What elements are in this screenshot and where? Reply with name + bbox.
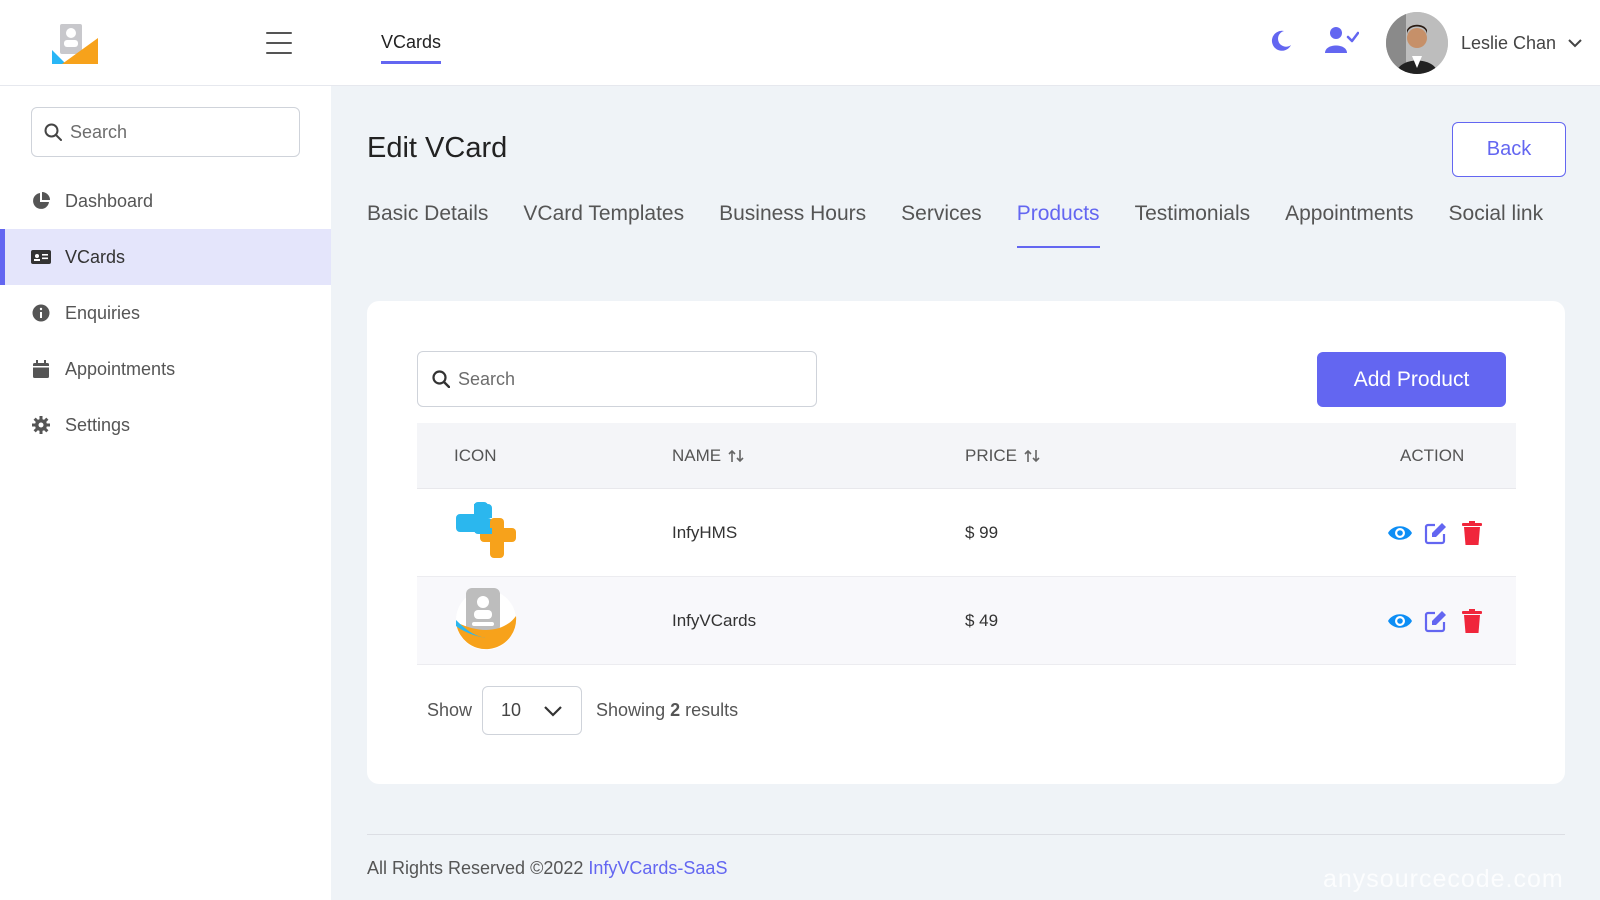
tab-appointments[interactable]: Appointments xyxy=(1285,202,1413,248)
sidebar-item-label: Dashboard xyxy=(65,190,154,211)
products-table: ICON NAME PRICE ACTION InfyHMS $ 99 Infy… xyxy=(417,423,1516,665)
info-circle-icon xyxy=(31,303,51,323)
column-header-icon: ICON xyxy=(454,445,497,465)
dark-mode-moon-icon[interactable] xyxy=(1267,28,1293,54)
product-name: InfyHMS xyxy=(672,522,738,542)
app-logo[interactable] xyxy=(52,24,98,64)
view-eye-icon[interactable] xyxy=(1387,520,1413,546)
tab-vcard-templates[interactable]: VCard Templates xyxy=(523,202,684,248)
chevron-down-icon[interactable] xyxy=(1567,37,1583,49)
delete-trash-icon[interactable] xyxy=(1459,608,1485,634)
tab-social-link[interactable]: Social link xyxy=(1449,202,1544,248)
tab-products[interactable]: Products xyxy=(1016,202,1100,248)
sidebar-search[interactable] xyxy=(31,107,300,157)
sidebar-nav: Dashboard VCards Enquiries Appointments … xyxy=(0,173,331,453)
product-price: $ 49 xyxy=(965,610,999,630)
column-header-price[interactable]: PRICE xyxy=(965,446,1265,466)
product-icon-cell xyxy=(417,586,672,655)
products-search-input[interactable] xyxy=(458,368,788,390)
pie-chart-icon xyxy=(31,191,51,211)
table-row: InfyVCards $ 49 xyxy=(417,577,1516,665)
edit-icon[interactable] xyxy=(1423,608,1449,634)
tab-basic-details[interactable]: Basic Details xyxy=(367,202,488,248)
search-icon xyxy=(432,370,450,388)
pagination-controls: Show 10 Showing 2 results xyxy=(427,686,738,735)
tab-business-hours[interactable]: Business Hours xyxy=(719,202,866,248)
action-cell xyxy=(1265,608,1516,634)
add-product-button[interactable]: Add Product xyxy=(1317,352,1506,407)
copyright: All Rights Reserved ©2022 InfyVCards-Saa… xyxy=(367,858,727,879)
page-title: Edit VCard xyxy=(367,132,508,164)
sidebar-item-label: Enquiries xyxy=(65,302,141,323)
show-label: Show xyxy=(427,700,473,720)
sidebar: Dashboard VCards Enquiries Appointments … xyxy=(0,0,331,900)
column-header-name-label: NAME xyxy=(672,445,722,465)
sidebar-item-dashboard[interactable]: Dashboard xyxy=(0,173,331,229)
table-row: InfyHMS $ 99 xyxy=(417,489,1516,577)
per-page-select[interactable]: 10 xyxy=(482,686,583,735)
tab-services[interactable]: Services xyxy=(901,202,982,248)
showing-prefix: Showing xyxy=(596,700,666,720)
sidebar-item-enquiries[interactable]: Enquiries xyxy=(0,285,331,341)
view-eye-icon[interactable] xyxy=(1387,608,1413,634)
top-header: VCards Leslie Chan xyxy=(331,0,1600,86)
sidebar-item-label: Settings xyxy=(65,414,131,435)
product-name: InfyVCards xyxy=(672,610,757,630)
sidebar-brand xyxy=(0,0,331,86)
product-price: $ 99 xyxy=(965,522,999,542)
vcard-tabs: Basic Details VCard Templates Business H… xyxy=(367,202,1578,248)
edit-icon[interactable] xyxy=(1423,520,1449,546)
header-tab-vcards[interactable]: VCards xyxy=(381,32,442,64)
showing-suffix: results xyxy=(685,700,739,720)
sidebar-search-input[interactable] xyxy=(70,121,270,143)
per-page-value: 10 xyxy=(501,700,522,720)
footer-divider xyxy=(367,834,1565,835)
column-header-name[interactable]: NAME xyxy=(672,446,965,466)
sidebar-item-vcards[interactable]: VCards xyxy=(0,229,331,285)
copyright-text: All Rights Reserved ©2022 xyxy=(367,858,584,878)
infyhms-logo-icon xyxy=(456,502,516,558)
showing-count: 2 xyxy=(670,700,681,720)
search-icon xyxy=(44,123,62,141)
products-card: Add Product ICON NAME PRICE ACTION xyxy=(367,301,1565,784)
sidebar-item-label: Appointments xyxy=(65,358,176,379)
product-icon-cell xyxy=(417,498,672,567)
brand-link[interactable]: InfyVCards-SaaS xyxy=(588,858,727,878)
sort-icon[interactable] xyxy=(727,448,745,464)
sidebar-item-appointments[interactable]: Appointments xyxy=(0,341,331,397)
tab-testimonials[interactable]: Testimonials xyxy=(1135,202,1251,248)
action-cell xyxy=(1265,520,1516,546)
id-card-icon xyxy=(31,247,51,267)
products-search[interactable] xyxy=(417,351,817,407)
menu-toggle-icon[interactable] xyxy=(266,32,292,54)
sidebar-item-settings[interactable]: Settings xyxy=(0,397,331,453)
watermark: anysourcecode.com xyxy=(1323,865,1564,893)
gear-icon xyxy=(31,415,51,435)
sort-icon[interactable] xyxy=(1023,448,1041,464)
column-header-price-label: PRICE xyxy=(965,445,1017,465)
column-header-action: ACTION xyxy=(1400,445,1465,465)
user-avatar[interactable] xyxy=(1386,12,1448,74)
results-count: Showing 2 results xyxy=(596,700,738,721)
chevron-down-icon xyxy=(544,705,562,717)
back-button[interactable]: Back xyxy=(1452,122,1566,177)
infyvcards-logo-icon xyxy=(456,588,517,650)
user-check-icon[interactable] xyxy=(1325,26,1359,54)
delete-trash-icon[interactable] xyxy=(1459,520,1485,546)
sidebar-item-label: VCards xyxy=(65,246,126,267)
user-name[interactable]: Leslie Chan xyxy=(1461,33,1556,54)
table-header: ICON NAME PRICE ACTION xyxy=(417,423,1516,489)
calendar-icon xyxy=(31,359,51,379)
